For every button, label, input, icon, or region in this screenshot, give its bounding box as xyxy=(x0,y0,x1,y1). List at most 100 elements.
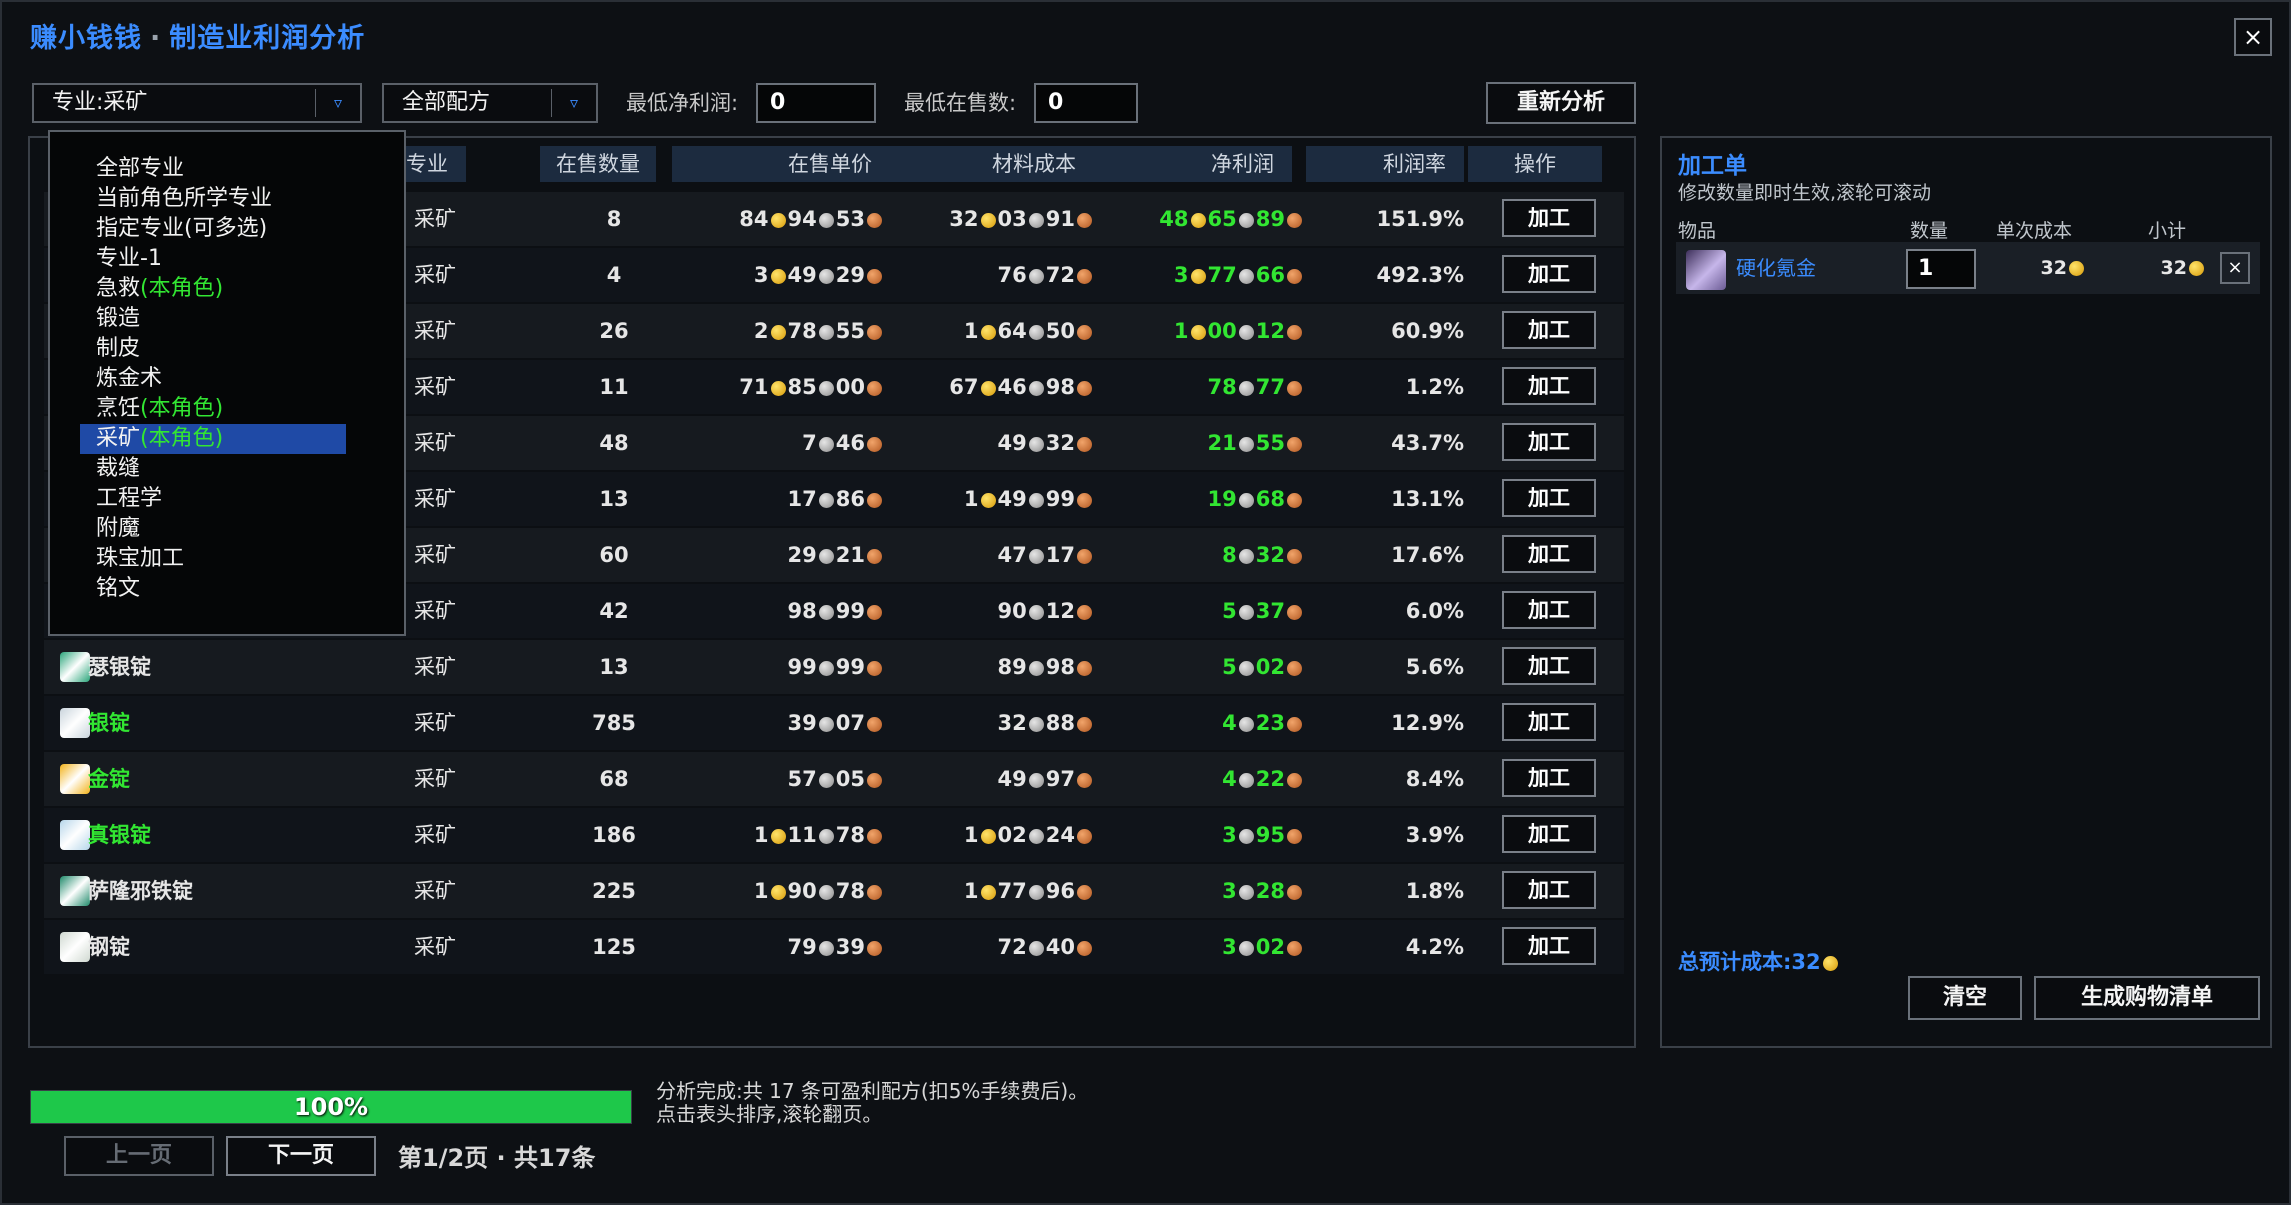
item-cost: 67 46 98 xyxy=(894,360,1094,414)
silver-coin-icon xyxy=(1028,436,1044,452)
copper-amount: 12 xyxy=(1255,319,1285,343)
silver-coin-icon xyxy=(818,436,834,452)
progress-text: 100% xyxy=(293,1093,369,1121)
copper-coin-icon xyxy=(867,828,882,844)
order-item-name[interactable]: 硬化氪金 xyxy=(1736,242,1816,294)
header-profit[interactable]: 净利润 xyxy=(1094,146,1292,182)
dropdown-item[interactable]: 指定专业(可多选) xyxy=(96,214,267,244)
min-listing-input[interactable]: 0 xyxy=(1034,83,1138,123)
dropdown-item[interactable]: 烹饪(本角色) xyxy=(96,394,223,424)
copper-amount: 72 xyxy=(1045,263,1075,287)
process-button[interactable]: 加工 xyxy=(1502,927,1596,965)
process-button[interactable]: 加工 xyxy=(1502,703,1596,741)
copper-coin-icon xyxy=(1077,492,1092,508)
silver-coin-icon xyxy=(818,380,834,396)
header-rate[interactable]: 利润率 xyxy=(1306,146,1464,182)
order-qty-input[interactable]: 1 xyxy=(1906,249,1976,289)
dropdown-item[interactable]: 全部专业 xyxy=(96,154,184,184)
process-button[interactable]: 加工 xyxy=(1502,815,1596,853)
page-title: 制造业利润分析 xyxy=(169,23,366,54)
min-profit-label: 最低净利润: xyxy=(626,91,739,115)
silver-amount: 77 xyxy=(1207,263,1237,287)
remove-item-button[interactable]: × xyxy=(2220,252,2250,284)
silver-coin-icon xyxy=(1028,940,1044,956)
silver-coin-icon xyxy=(1238,660,1254,676)
copper-coin-icon xyxy=(1077,940,1092,956)
copper-coin-icon xyxy=(1287,324,1302,340)
process-button[interactable]: 加工 xyxy=(1502,535,1596,573)
header-cost[interactable]: 材料成本 xyxy=(884,146,1094,182)
profession-select[interactable]: 专业:采矿 ▿ xyxy=(32,83,362,123)
copper-coin-icon xyxy=(1077,828,1092,844)
item-profit: 4 22 xyxy=(1104,752,1304,806)
dropdown-item[interactable]: 工程学 xyxy=(96,484,162,514)
process-button[interactable]: 加工 xyxy=(1502,871,1596,909)
dropdown-item[interactable]: 裁缝 xyxy=(96,454,140,484)
item-profession: 采矿 xyxy=(414,711,456,735)
shopping-list-button[interactable]: 生成购物清单 xyxy=(2034,976,2260,1020)
min-profit-input[interactable]: 0 xyxy=(756,83,876,123)
item-listing-qty: 48 xyxy=(599,431,629,455)
header-profession[interactable]: 专业 xyxy=(400,146,466,182)
item-listing-qty: 785 xyxy=(592,711,636,735)
dropdown-item[interactable]: 当前角色所学专业 xyxy=(96,184,272,214)
gold-amount: 67 xyxy=(949,375,979,399)
item-profession: 采矿 xyxy=(414,599,456,623)
copper-amount: 98 xyxy=(1045,655,1075,679)
process-button[interactable]: 加工 xyxy=(1502,647,1596,685)
process-button[interactable]: 加工 xyxy=(1502,479,1596,517)
reanalyze-button[interactable]: 重新分析 xyxy=(1486,82,1636,124)
gold-amount: 32 xyxy=(949,207,979,231)
close-button[interactable]: × xyxy=(2234,18,2272,56)
item-name[interactable]: 金锭 xyxy=(88,752,130,806)
process-button[interactable]: 加工 xyxy=(1502,759,1596,797)
prev-page-button[interactable]: 上一页 xyxy=(64,1136,214,1176)
table-row: 银锭 采矿 785 39 07 32 88 4 23 12.9% 加工 xyxy=(44,696,1624,750)
dropdown-item[interactable]: 锻造 xyxy=(96,304,140,334)
header-price[interactable]: 在售单价 xyxy=(672,146,890,182)
dropdown-item[interactable]: 采矿(本角色) xyxy=(80,424,346,454)
gold-amount: 1 xyxy=(963,319,979,343)
process-button[interactable]: 加工 xyxy=(1502,367,1596,405)
silver-coin-icon xyxy=(1238,492,1254,508)
item-cost: 89 98 xyxy=(894,640,1094,694)
dropdown-item[interactable]: 铭文 xyxy=(96,574,140,604)
clear-button[interactable]: 清空 xyxy=(1908,976,2022,1020)
item-name[interactable]: 瑟银锭 xyxy=(88,640,151,694)
copper-coin-icon xyxy=(1077,212,1092,228)
dropdown-item[interactable]: 制皮 xyxy=(96,334,140,364)
silver-coin-icon xyxy=(1238,548,1254,564)
item-name[interactable]: 银锭 xyxy=(88,696,130,750)
dropdown-item-tag: (本角色) xyxy=(140,426,224,451)
silver-coin-icon xyxy=(818,548,834,564)
process-button[interactable]: 加工 xyxy=(1502,423,1596,461)
dropdown-item[interactable]: 专业-1 xyxy=(96,244,162,274)
dropdown-item[interactable]: 珠宝加工 xyxy=(96,544,184,574)
copper-amount: 02 xyxy=(1255,655,1285,679)
next-page-button[interactable]: 下一页 xyxy=(226,1136,376,1176)
silver-amount: 79 xyxy=(787,935,817,959)
silver-amount: 7 xyxy=(802,431,817,455)
dropdown-item[interactable]: 炼金术 xyxy=(96,364,162,394)
process-button[interactable]: 加工 xyxy=(1502,199,1596,237)
process-button[interactable]: 加工 xyxy=(1502,255,1596,293)
process-button[interactable]: 加工 xyxy=(1502,591,1596,629)
copper-coin-icon xyxy=(1287,492,1302,508)
dropdown-item[interactable]: 急救(本角色) xyxy=(96,274,223,304)
item-icon xyxy=(60,708,90,738)
dropdown-item-label: 珠宝加工 xyxy=(96,546,185,571)
silver-coin-icon xyxy=(1028,660,1044,676)
recipe-select[interactable]: 全部配方 ▿ xyxy=(382,83,598,123)
dropdown-item[interactable]: 附魔 xyxy=(96,514,140,544)
title-separator: · xyxy=(150,23,162,54)
copper-amount: 17 xyxy=(1045,543,1075,567)
silver-amount: 21 xyxy=(1207,431,1237,455)
item-name[interactable]: 真银锭 xyxy=(88,808,151,862)
header-qty[interactable]: 在售数量 xyxy=(540,146,656,182)
order-unit-cost: 32 xyxy=(2006,242,2086,294)
side-header-unit: 单次成本 xyxy=(1996,220,2073,242)
copper-amount: 99 xyxy=(835,655,865,679)
item-name[interactable]: 钢锭 xyxy=(88,920,130,974)
item-name[interactable]: 萨隆邪铁锭 xyxy=(88,864,193,918)
process-button[interactable]: 加工 xyxy=(1502,311,1596,349)
